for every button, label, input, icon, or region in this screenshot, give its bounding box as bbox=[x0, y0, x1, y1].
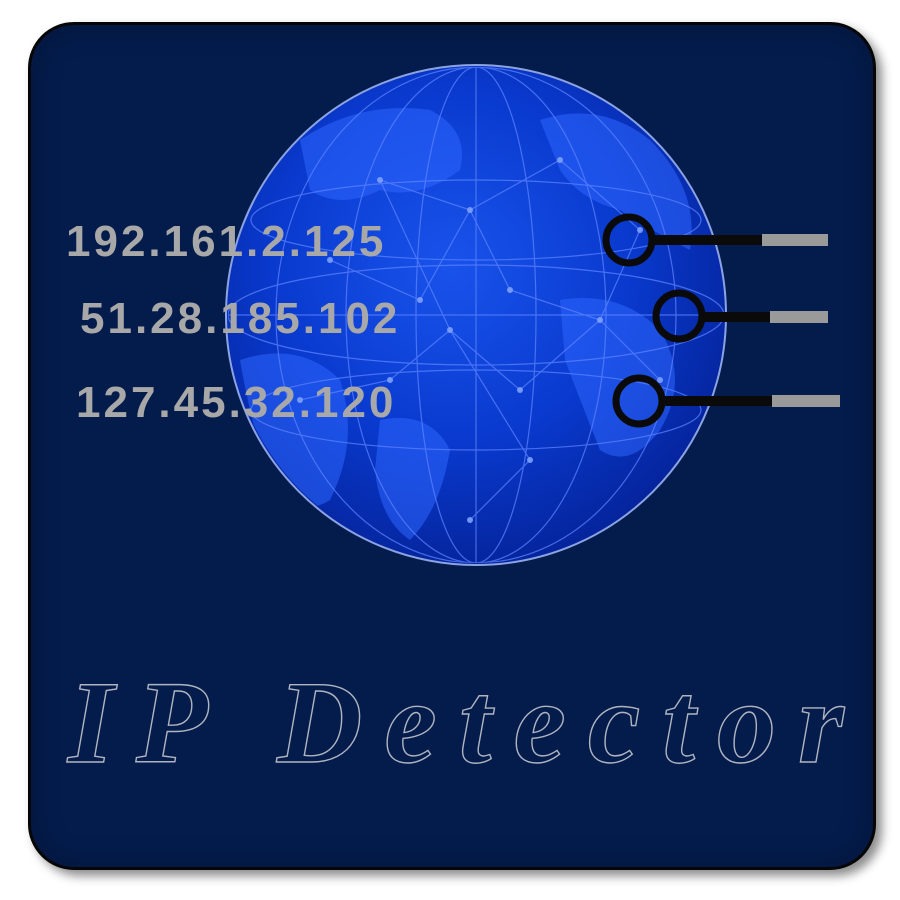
title-graphic: IP Detector bbox=[65, 656, 866, 788]
app-title: IP Detector bbox=[66, 657, 866, 788]
